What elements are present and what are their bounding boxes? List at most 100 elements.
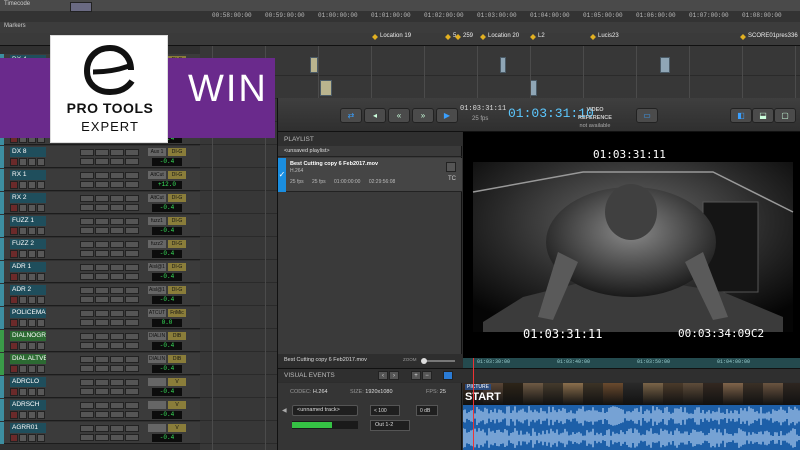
video-track-ruler[interactable]: 01:03:30:00 01:03:40:00 01:03:50:00 01:0…: [463, 358, 800, 368]
prev-event-button[interactable]: ‹: [378, 371, 388, 380]
insert-slot[interactable]: [80, 226, 94, 234]
solo-button[interactable]: [28, 319, 36, 327]
track-row[interactable]: ADRCLO V -0.4: [0, 376, 200, 398]
insert-slot[interactable]: [125, 402, 139, 409]
mute-button[interactable]: [37, 158, 45, 166]
checkmark-icon[interactable]: ✓: [278, 158, 286, 192]
insert-slot[interactable]: [95, 410, 109, 418]
insert-slot[interactable]: [95, 364, 109, 372]
insert-slot[interactable]: [80, 356, 94, 363]
insert-slot[interactable]: [110, 333, 124, 340]
marker[interactable]: Lucis23: [590, 33, 619, 42]
insert-slot[interactable]: [110, 195, 124, 202]
insert-slot[interactable]: [95, 295, 109, 303]
solo-button[interactable]: [28, 204, 36, 212]
record-button[interactable]: [10, 204, 18, 212]
picture-thumbnail-strip[interactable]: [463, 383, 800, 405]
insert-slot[interactable]: [95, 318, 109, 326]
input-button[interactable]: [19, 296, 27, 304]
insert-slot[interactable]: [80, 341, 94, 349]
mute-button[interactable]: [37, 181, 45, 189]
record-button[interactable]: [10, 411, 18, 419]
insert-slot[interactable]: [125, 172, 139, 179]
insert-slot[interactable]: [95, 425, 109, 432]
insert-slot[interactable]: [125, 241, 139, 248]
io-slot[interactable]: DI-G: [168, 263, 186, 271]
record-button[interactable]: [10, 181, 18, 189]
clip-tc-badge[interactable]: TC: [448, 176, 456, 182]
insert-slot[interactable]: [110, 410, 124, 418]
mute-button[interactable]: [37, 250, 45, 258]
insert-slot[interactable]: [110, 402, 124, 409]
insert-slot[interactable]: [110, 310, 124, 317]
insert-slot[interactable]: [110, 387, 124, 395]
input-button[interactable]: [19, 319, 27, 327]
send-slot[interactable]: [148, 378, 166, 386]
io-slot[interactable]: FriMic: [168, 309, 186, 317]
send-slot[interactable]: fuzz1: [148, 217, 166, 225]
record-button[interactable]: [10, 273, 18, 281]
track-volume[interactable]: 0.0: [152, 319, 182, 327]
track-volume[interactable]: -0.4: [152, 204, 182, 212]
track-volume[interactable]: -0.4: [152, 273, 182, 281]
insert-slot[interactable]: [95, 264, 109, 271]
remove-event-button[interactable]: −: [422, 371, 432, 380]
solo-button[interactable]: [28, 434, 36, 442]
insert-slot[interactable]: [110, 379, 124, 386]
insert-slot[interactable]: [125, 341, 139, 349]
audio-clip[interactable]: [660, 57, 670, 73]
input-button[interactable]: [19, 158, 27, 166]
playlist-item[interactable]: ✓ Best Cutting copy 6 Feb2017.mov H.264 …: [278, 158, 462, 192]
rewind-button[interactable]: «: [388, 108, 410, 123]
track-name[interactable]: RX 2: [10, 193, 46, 203]
insert-slot[interactable]: [95, 195, 109, 202]
track-volume[interactable]: -0.4: [152, 227, 182, 235]
track-volume[interactable]: -0.4: [152, 388, 182, 396]
audio-clip[interactable]: [530, 80, 537, 96]
track-row[interactable]: POLICEMAN ATCUTFriMic 0.0: [0, 307, 200, 329]
insert-slot[interactable]: [80, 318, 94, 326]
insert-slot[interactable]: [80, 295, 94, 303]
insert-slot[interactable]: [95, 249, 109, 257]
audio-track-name[interactable]: <unnamed track>: [292, 405, 358, 416]
layout-single-button[interactable]: ▢: [774, 108, 796, 123]
insert-slot[interactable]: [95, 287, 109, 294]
audio-clip[interactable]: [500, 57, 506, 73]
insert-slot[interactable]: [125, 425, 139, 432]
audio-output-select[interactable]: Out 1-2: [370, 420, 410, 431]
solo-button[interactable]: [28, 342, 36, 350]
record-button[interactable]: [10, 158, 18, 166]
insert-slot[interactable]: [125, 364, 139, 372]
input-button[interactable]: [19, 250, 27, 258]
track-volume[interactable]: +12.0: [152, 181, 182, 189]
track-row[interactable]: DIALNOGRVERB DIALINDIB -0.4: [0, 330, 200, 352]
insert-slot[interactable]: [110, 203, 124, 211]
insert-slot[interactable]: [80, 180, 94, 188]
insert-slot[interactable]: [95, 272, 109, 280]
track-row[interactable]: ADRSCH V -0.4: [0, 399, 200, 421]
insert-slot[interactable]: [125, 410, 139, 418]
insert-slot[interactable]: [125, 218, 139, 225]
audio-clip[interactable]: [320, 80, 332, 96]
track-row[interactable]: RX 2 AltCut DI-G -0.4: [0, 192, 200, 214]
input-button[interactable]: [19, 365, 27, 373]
add-event-button[interactable]: +: [411, 371, 421, 380]
input-button[interactable]: [19, 388, 27, 396]
insert-slot[interactable]: [95, 180, 109, 188]
go-to-start-button[interactable]: ◂: [364, 108, 386, 123]
marker[interactable]: L2: [530, 33, 545, 42]
track-name[interactable]: POLICEMAN: [10, 308, 46, 318]
event-marker-button[interactable]: [443, 371, 453, 380]
marker[interactable]: SCORE01pres336: [740, 33, 798, 42]
io-slot[interactable]: V: [168, 378, 186, 386]
insert-slot[interactable]: [80, 272, 94, 280]
input-button[interactable]: [19, 411, 27, 419]
input-button[interactable]: [19, 204, 27, 212]
send-slot[interactable]: [148, 401, 166, 409]
input-button[interactable]: [19, 434, 27, 442]
marker[interactable]: Location 20: [480, 33, 519, 42]
send-slot[interactable]: Aux 1: [148, 148, 166, 156]
io-slot[interactable]: DIB: [168, 355, 186, 363]
layout-bottom-button[interactable]: ⬓: [752, 108, 774, 123]
playhead[interactable]: [473, 358, 474, 450]
